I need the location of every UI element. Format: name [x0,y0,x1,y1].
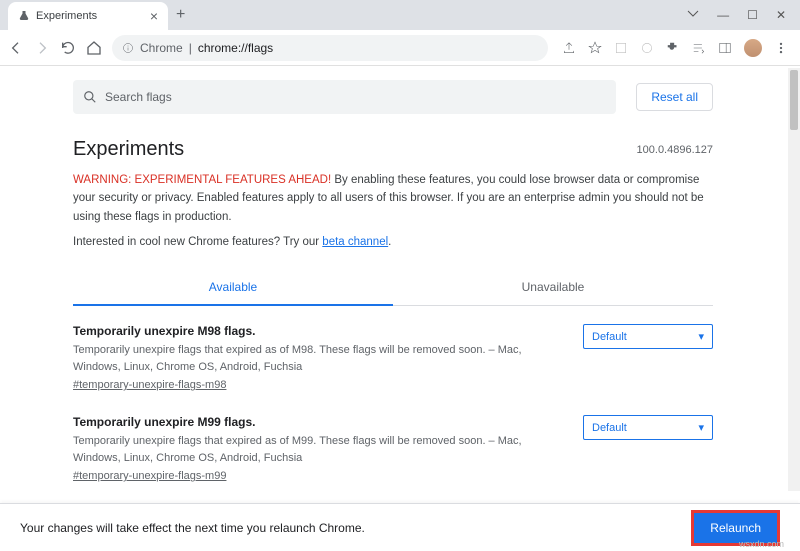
search-input[interactable]: Search flags [73,80,616,114]
flag-title: Temporarily unexpire M98 flags. [73,324,563,338]
tab-unavailable[interactable]: Unavailable [393,270,713,306]
scrollbar[interactable] [788,68,800,491]
square-icon[interactable] [614,41,628,55]
flag-row: Override software rendering list Overrid… [73,488,713,491]
reading-list-icon[interactable] [692,41,706,55]
flag-hash-link[interactable]: #temporary-unexpire-flags-m99 [73,470,226,482]
scrollbar-thumb[interactable] [790,70,798,130]
minimize-icon[interactable]: — [717,8,729,22]
titlebar: Experiments × + — ☐ ✕ [0,0,800,30]
new-tab-button[interactable]: + [176,6,185,24]
avatar[interactable] [744,39,762,57]
watermark: wsxdn.com [739,539,784,549]
version-text: 100.0.4896.127 [637,144,713,156]
address-origin: Chrome [140,41,183,55]
bottom-bar: Your changes will take effect the next t… [0,503,800,551]
home-icon[interactable] [86,40,102,56]
tab-close-icon[interactable]: × [150,8,158,24]
flag-desc: Temporarily unexpire flags that expired … [73,342,563,375]
search-placeholder: Search flags [105,90,172,104]
page-title: Experiments [73,138,713,161]
flag-row: Temporarily unexpire M98 flags. Temporar… [73,306,713,397]
flag-hash-link[interactable]: #temporary-unexpire-flags-m98 [73,379,226,391]
site-info-icon[interactable] [122,42,134,54]
chevron-down-icon: ▾ [698,421,704,434]
sidepanel-icon[interactable] [718,41,732,55]
warning-text: WARNING: EXPERIMENTAL FEATURES AHEAD! By… [73,171,713,226]
menu-icon[interactable] [774,41,788,55]
extensions-icon[interactable] [666,41,680,55]
circle-icon[interactable] [640,41,654,55]
chevron-down-icon: ▾ [698,330,704,343]
search-icon [83,90,97,104]
maximize-icon[interactable]: ☐ [747,8,758,22]
tabs: Available Unavailable [73,270,713,306]
reload-icon[interactable] [60,40,76,56]
close-icon[interactable]: ✕ [776,8,786,22]
tab-title: Experiments [36,10,144,22]
flag-row: Temporarily unexpire M99 flags. Temporar… [73,397,713,488]
relaunch-message: Your changes will take effect the next t… [20,521,691,535]
address-bar[interactable]: Chrome | chrome://flags [112,35,548,61]
forward-icon [34,40,50,56]
flag-title: Temporarily unexpire M99 flags. [73,415,563,429]
window-controls: — ☐ ✕ [687,8,800,22]
interest-text: Interested in cool new Chrome features? … [73,236,713,248]
beta-channel-link[interactable]: beta channel [322,236,388,248]
flag-select[interactable]: Default▾ [583,324,713,349]
flag-desc: Temporarily unexpire flags that expired … [73,433,563,466]
flag-select[interactable]: Default▾ [583,415,713,440]
tab-available[interactable]: Available [73,270,393,306]
toolbar: Chrome | chrome://flags [0,30,800,66]
chevron-down-icon[interactable] [687,8,699,20]
back-icon[interactable] [8,40,24,56]
share-icon[interactable] [562,41,576,55]
reset-all-button[interactable]: Reset all [636,83,713,111]
address-path: chrome://flags [198,41,273,55]
flask-icon [18,10,30,22]
browser-tab[interactable]: Experiments × [8,2,168,30]
star-icon[interactable] [588,41,602,55]
